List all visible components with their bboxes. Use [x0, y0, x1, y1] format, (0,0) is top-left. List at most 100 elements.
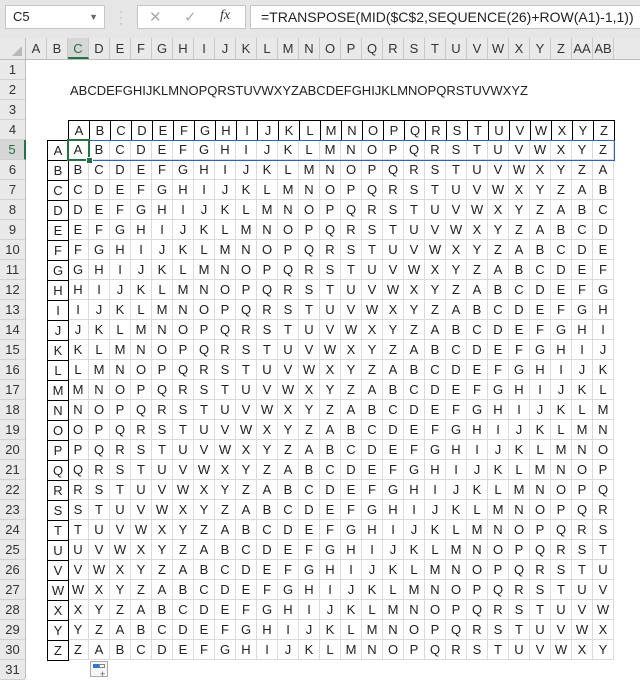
row-header-23[interactable]: 23: [0, 500, 25, 520]
grid-cell[interactable]: D: [215, 580, 236, 600]
grid-cell[interactable]: W: [152, 500, 173, 520]
row-label-cell[interactable]: X: [47, 600, 69, 621]
grid-cell[interactable]: O: [194, 300, 215, 320]
grid-cell[interactable]: X: [320, 360, 341, 380]
grid-cell[interactable]: U: [257, 360, 278, 380]
grid-cell[interactable]: R: [131, 420, 152, 440]
grid-cell[interactable]: V: [572, 600, 593, 620]
row-label-cell[interactable]: Z: [47, 640, 69, 661]
grid-cell[interactable]: R: [257, 300, 278, 320]
grid-cell[interactable]: E: [215, 600, 236, 620]
grid-cell[interactable]: T: [110, 480, 131, 500]
grid-cell[interactable]: L: [404, 560, 425, 580]
grid-cell[interactable]: N: [89, 380, 110, 400]
grid-cell[interactable]: D: [68, 200, 89, 220]
grid-cell[interactable]: J: [320, 600, 341, 620]
grid-cell[interactable]: M: [194, 260, 215, 280]
grid-cell[interactable]: N: [509, 500, 530, 520]
grid-cell[interactable]: U: [404, 220, 425, 240]
grid-cell[interactable]: M: [467, 520, 488, 540]
grid-cell[interactable]: N: [383, 620, 404, 640]
row-header-25[interactable]: 25: [0, 540, 25, 560]
grid-cell[interactable]: R: [89, 460, 110, 480]
grid-cell[interactable]: M: [173, 280, 194, 300]
grid-cell[interactable]: H: [215, 140, 236, 160]
grid-cell[interactable]: J: [341, 580, 362, 600]
grid-cell[interactable]: D: [509, 300, 530, 320]
grid-cell[interactable]: H: [173, 180, 194, 200]
grid-cell[interactable]: P: [152, 360, 173, 380]
grid-cell[interactable]: I: [299, 600, 320, 620]
grid-cell[interactable]: V: [194, 440, 215, 460]
grid-cell[interactable]: R: [383, 180, 404, 200]
grid-cell[interactable]: Q: [404, 140, 425, 160]
grid-cell[interactable]: X: [131, 540, 152, 560]
column-header-ab[interactable]: AB: [593, 38, 614, 59]
grid-cell[interactable]: S: [278, 300, 299, 320]
column-header-c[interactable]: C: [68, 38, 89, 59]
grid-cell[interactable]: Y: [320, 380, 341, 400]
grid-cell[interactable]: T: [467, 140, 488, 160]
grid-cell[interactable]: L: [572, 400, 593, 420]
grid-cell[interactable]: P: [509, 540, 530, 560]
grid-cell[interactable]: X: [446, 240, 467, 260]
grid-cell[interactable]: P: [467, 580, 488, 600]
row-label-cell[interactable]: U: [47, 540, 69, 561]
grid-cell[interactable]: V: [278, 360, 299, 380]
grid-cell[interactable]: Z: [68, 640, 89, 660]
grid-cell[interactable]: H: [257, 620, 278, 640]
grid-cell[interactable]: U: [509, 640, 530, 660]
grid-cell[interactable]: Z: [299, 420, 320, 440]
grid-cell[interactable]: A: [593, 160, 614, 180]
header-cell[interactable]: T: [467, 120, 489, 141]
grid-cell[interactable]: A: [173, 560, 194, 580]
row-label-cell[interactable]: F: [47, 240, 69, 261]
grid-cell[interactable]: R: [152, 400, 173, 420]
grid-cell[interactable]: M: [362, 620, 383, 640]
grid-cell[interactable]: U: [89, 520, 110, 540]
grid-cell[interactable]: R: [425, 140, 446, 160]
grid-cell[interactable]: X: [404, 280, 425, 300]
column-header-l[interactable]: L: [257, 38, 278, 59]
grid-cell[interactable]: H: [383, 500, 404, 520]
grid-cell[interactable]: R: [551, 540, 572, 560]
grid-cell[interactable]: J: [488, 440, 509, 460]
grid-cell[interactable]: M: [278, 180, 299, 200]
grid-cell[interactable]: I: [530, 380, 551, 400]
grid-cell[interactable]: L: [257, 180, 278, 200]
grid-cell[interactable]: A: [404, 340, 425, 360]
grid-cell[interactable]: B: [131, 620, 152, 640]
grid-cell[interactable]: S: [467, 640, 488, 660]
grid-cell[interactable]: D: [404, 400, 425, 420]
grid-cell[interactable]: O: [110, 380, 131, 400]
grid-cell[interactable]: H: [488, 400, 509, 420]
row-header-26[interactable]: 26: [0, 560, 25, 580]
grid-cell[interactable]: R: [68, 480, 89, 500]
grid-cell[interactable]: Y: [68, 620, 89, 640]
grid-cell[interactable]: V: [131, 500, 152, 520]
grid-cell[interactable]: M: [215, 240, 236, 260]
grid-cell[interactable]: B: [215, 540, 236, 560]
header-cell[interactable]: W: [530, 120, 552, 141]
grid-cell[interactable]: D: [551, 260, 572, 280]
column-header-q[interactable]: Q: [362, 38, 383, 59]
grid-cell[interactable]: N: [572, 440, 593, 460]
drag-handle-icon[interactable]: · · ·: [119, 5, 123, 29]
grid-cell[interactable]: W: [341, 320, 362, 340]
grid-cell[interactable]: Z: [215, 500, 236, 520]
grid-cell[interactable]: H: [236, 640, 257, 660]
grid-cell[interactable]: I: [89, 280, 110, 300]
grid-cell[interactable]: O: [509, 520, 530, 540]
row-header-30[interactable]: 30: [0, 640, 25, 660]
grid-cell[interactable]: J: [257, 140, 278, 160]
grid-cell[interactable]: G: [467, 400, 488, 420]
grid-cell[interactable]: I: [278, 620, 299, 640]
column-header-n[interactable]: N: [299, 38, 320, 59]
grid-cell[interactable]: U: [593, 560, 614, 580]
header-cell[interactable]: L: [299, 120, 321, 141]
grid-cell[interactable]: T: [68, 520, 89, 540]
grid-cell[interactable]: S: [215, 360, 236, 380]
grid-cell[interactable]: S: [194, 380, 215, 400]
select-all-button[interactable]: [0, 38, 26, 59]
column-header-z[interactable]: Z: [551, 38, 572, 59]
